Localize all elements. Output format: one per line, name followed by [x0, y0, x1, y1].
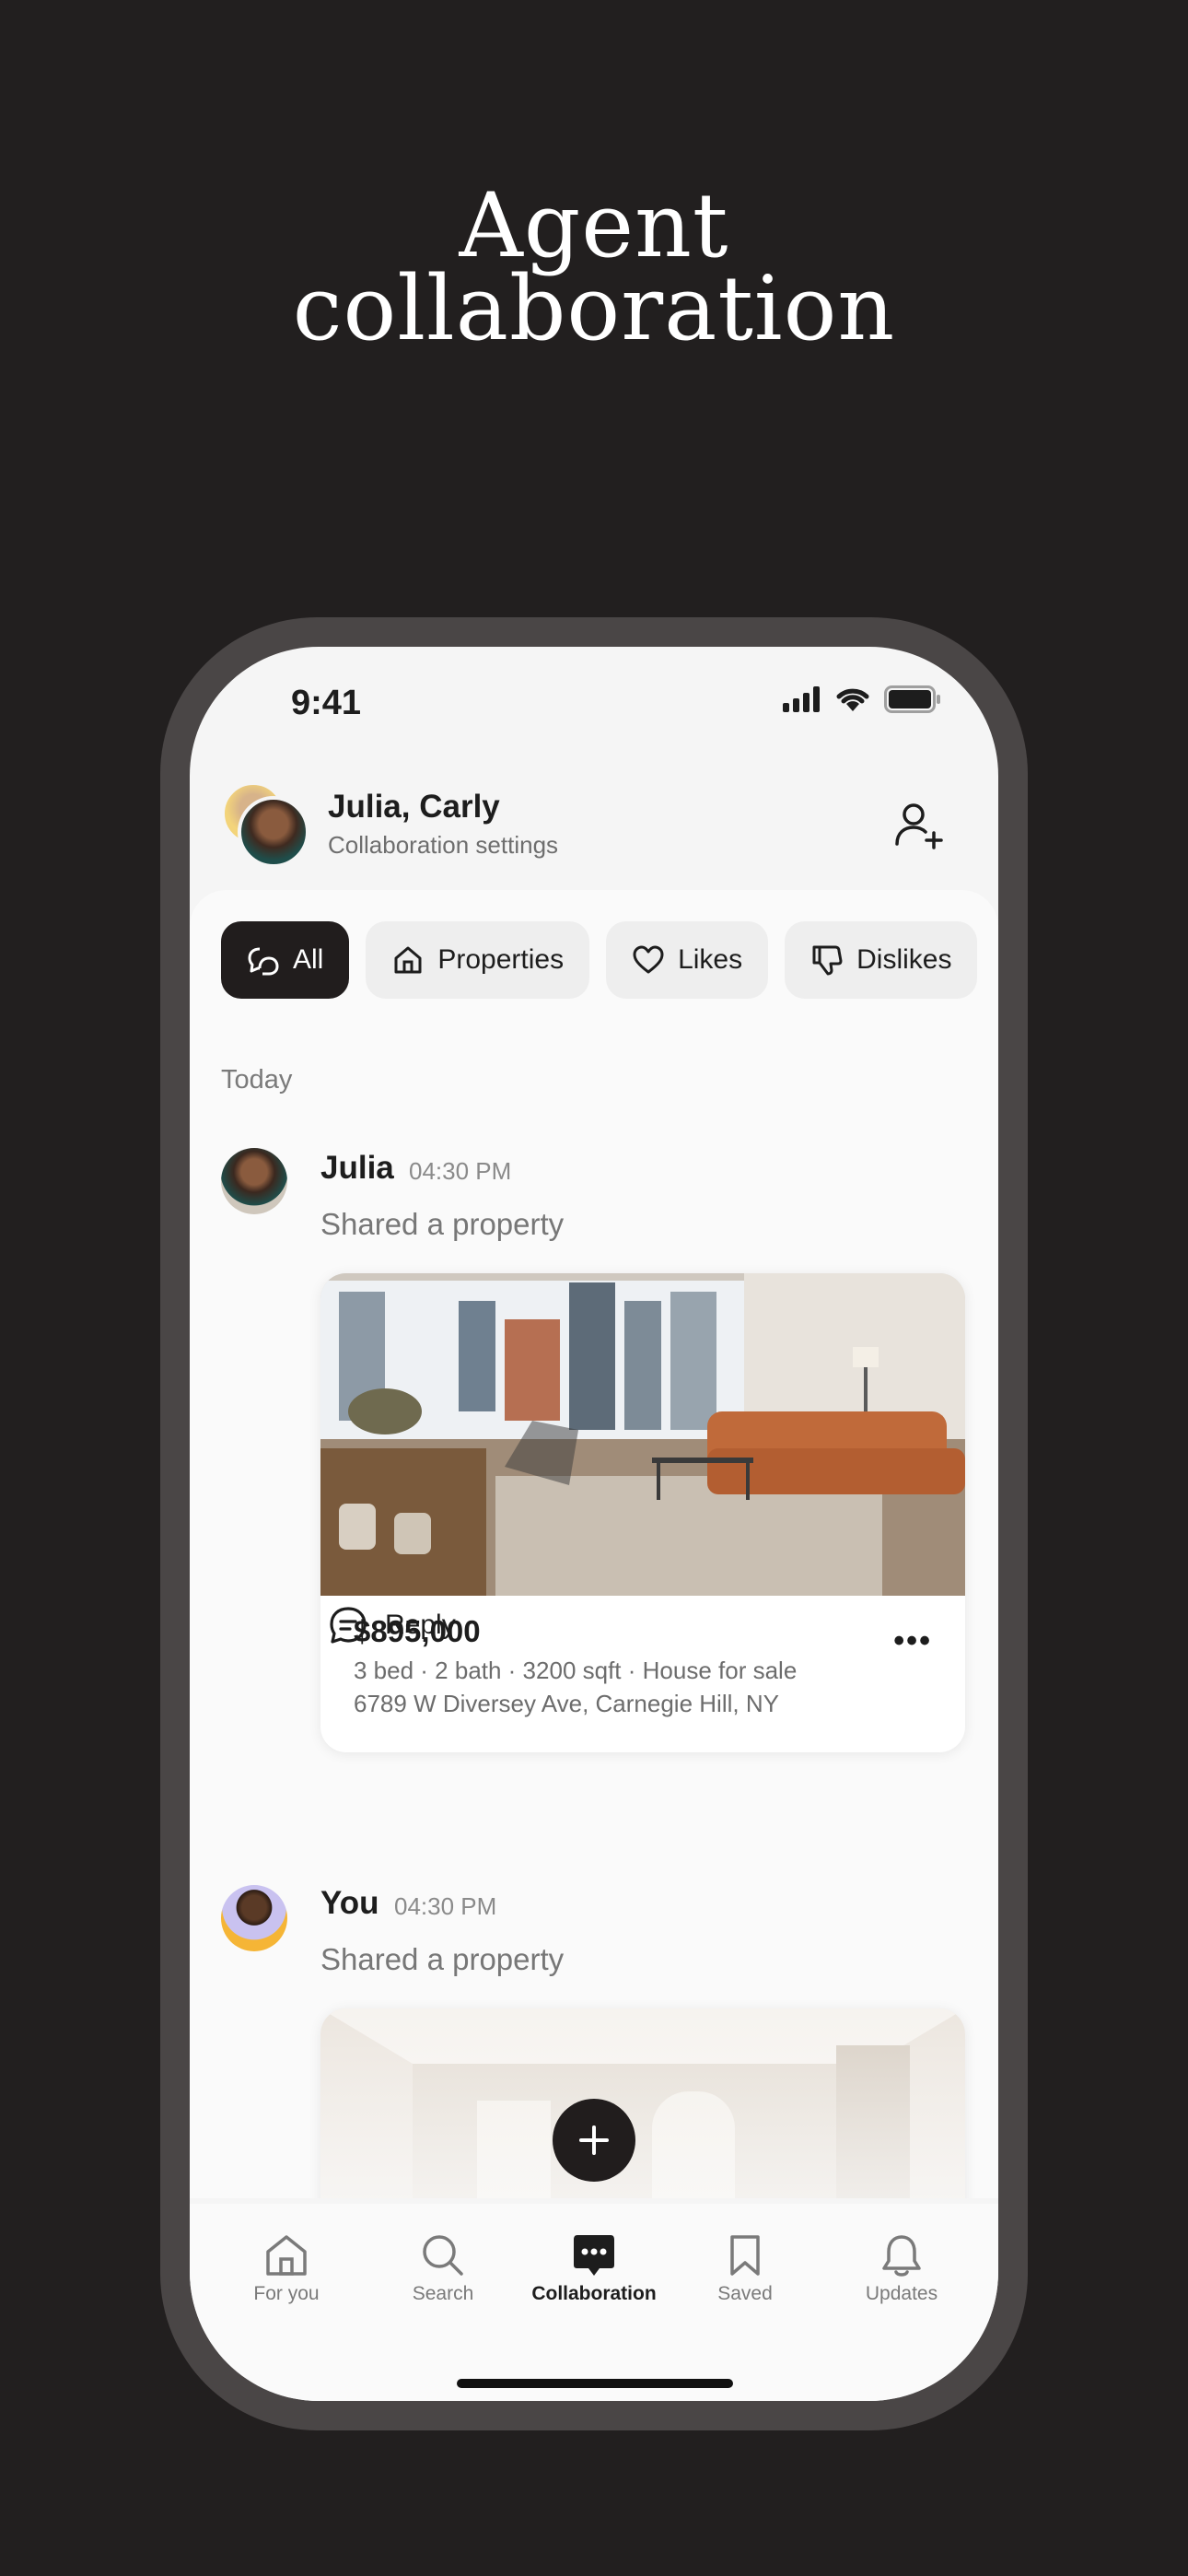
message-time: 04:30 PM — [409, 1157, 512, 1185]
home-icon — [266, 2235, 307, 2276]
thumbs-down-icon — [812, 945, 843, 976]
filter-chips: All Properties Likes Dislikes — [221, 921, 978, 999]
reply-button[interactable]: Reply — [328, 1605, 456, 1645]
chat-bubbles-icon — [248, 947, 279, 976]
promo-title-line2: collaboration — [292, 257, 896, 360]
avatar[interactable] — [221, 1885, 287, 1951]
filter-chip-likes[interactable]: Likes — [606, 921, 769, 999]
wifi-icon — [836, 688, 869, 711]
home-icon — [394, 946, 422, 974]
tab-label: Search — [412, 2283, 474, 2304]
tab-saved[interactable]: Saved — [667, 2228, 823, 2305]
listing-address: 6789 W Diversey Ave, Carnegie Hill, NY — [354, 1690, 779, 1717]
avatar-group[interactable] — [221, 781, 309, 868]
message-author: Julia — [320, 1150, 394, 1186]
listing-details: 3 bed · 2 bath · 3200 sqft · House for s… — [354, 1657, 798, 1684]
avatar-julia — [238, 796, 309, 868]
property-card[interactable] — [320, 2008, 965, 2198]
message-author: You — [320, 1885, 379, 1921]
bottom-tab-bar: For you Search Collaboration Saved Updat… — [190, 2204, 998, 2401]
tab-label: Collaboration — [531, 2283, 657, 2304]
living-room-photo — [320, 1273, 965, 1596]
heart-icon — [633, 945, 664, 974]
promo-headline: Agent collaboration — [0, 174, 1188, 360]
home-indicator[interactable] — [457, 2379, 733, 2388]
filter-chip-label: Properties — [437, 944, 565, 975]
signal-icon — [783, 686, 820, 712]
promo-title-line1: Agent — [459, 174, 729, 277]
tab-updates[interactable]: Updates — [823, 2228, 980, 2305]
tab-collaboration[interactable]: Collaboration — [516, 2228, 672, 2305]
filter-chip-label: All — [293, 944, 324, 975]
bell-icon — [882, 2235, 921, 2277]
phone-screen: 9:41 Julia, Carly Collaboration settings… — [190, 647, 998, 2401]
add-person-icon[interactable] — [891, 798, 947, 853]
status-icons — [783, 685, 941, 713]
reply-label: Reply — [385, 1610, 456, 1640]
message-text: Shared a property — [320, 1207, 565, 1241]
property-card[interactable]: $895,000 ••• 3 bed · 2 bath · 3200 sqft … — [320, 1273, 965, 1752]
collaboration-header: Julia, Carly Collaboration settings — [190, 776, 998, 877]
message-time: 04:30 PM — [394, 1892, 497, 1920]
reply-icon — [330, 1607, 367, 1644]
search-icon — [423, 2235, 463, 2276]
interior-photo — [320, 2008, 965, 2198]
tab-label: Saved — [717, 2283, 773, 2304]
bookmark-icon — [730, 2235, 760, 2276]
avatar[interactable] — [221, 1148, 287, 1214]
chat-icon — [574, 2235, 614, 2276]
message-text: Shared a property — [320, 1942, 565, 1976]
status-bar: 9:41 — [190, 647, 998, 757]
feed-content: All Properties Likes Dislikes Today Juli… — [190, 890, 998, 2198]
property-photo — [320, 1273, 965, 1596]
section-label-today: Today — [221, 1065, 293, 1095]
filter-chip-dislikes[interactable]: Dislikes — [785, 921, 978, 999]
plus-icon — [579, 2125, 609, 2155]
collaboration-settings-link[interactable]: Collaboration settings — [328, 831, 558, 860]
collaboration-title[interactable]: Julia, Carly — [328, 789, 500, 825]
tab-search[interactable]: Search — [365, 2228, 521, 2305]
add-fab-button[interactable] — [553, 2099, 635, 2182]
tab-label: For you — [253, 2283, 320, 2304]
tab-for-you[interactable]: For you — [208, 2228, 365, 2305]
filter-chip-label: Dislikes — [856, 944, 952, 975]
filter-chip-all[interactable]: All — [221, 921, 350, 999]
tab-label: Updates — [865, 2283, 938, 2304]
status-time: 9:41 — [291, 684, 362, 722]
filter-chip-label: Likes — [678, 944, 743, 975]
more-options-icon[interactable]: ••• — [893, 1623, 932, 1659]
battery-icon — [884, 685, 940, 713]
filter-chip-properties[interactable]: Properties — [366, 921, 590, 999]
